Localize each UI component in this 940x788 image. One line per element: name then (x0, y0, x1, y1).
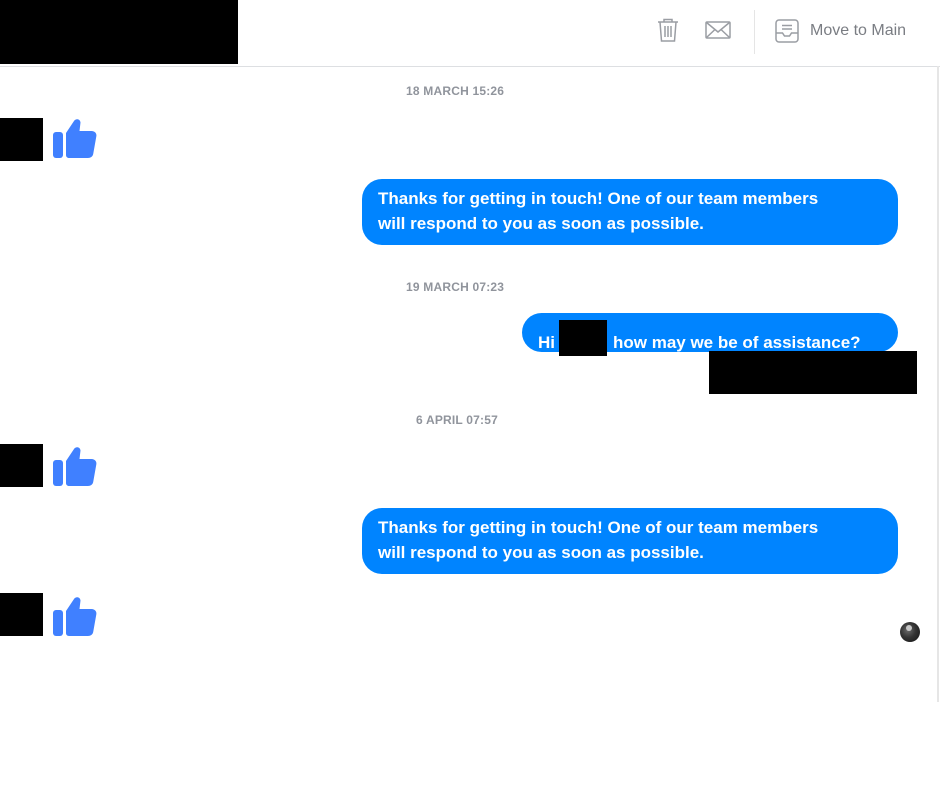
redacted-sender-avatar (0, 444, 43, 487)
redacted-sender-avatar (0, 593, 43, 636)
thumbs-up-icon (52, 114, 98, 160)
message-text: how may we be of assistance? (613, 333, 861, 352)
message-text: Hi (538, 333, 555, 352)
thumbs-up-icon (52, 442, 98, 488)
conversation-header: Move to Main (0, 0, 940, 67)
mail-icon[interactable] (704, 16, 732, 44)
redacted-sender-caption (709, 351, 917, 394)
thumbs-up-icon (52, 592, 98, 638)
outgoing-message-bubble[interactable]: Thanks for getting in touch! One of our … (362, 508, 898, 574)
seen-indicator-avatar (900, 622, 920, 642)
scrollbar-track[interactable] (937, 66, 939, 702)
outgoing-message-bubble[interactable]: Hi how may we be of assistance? (522, 313, 898, 356)
timestamp: 6 APRIL 07:57 (416, 413, 498, 427)
redacted-sender-avatar (0, 118, 43, 161)
message-text: Thanks for getting in touch! One of our … (378, 189, 819, 208)
inbox-tray-icon (772, 16, 802, 46)
messenger-conversation: Move to Main 18 MARCH 15:26 Thanks for g… (0, 0, 940, 788)
outgoing-message-bubble[interactable]: Thanks for getting in touch! One of our … (362, 179, 898, 245)
header-divider (754, 10, 755, 54)
message-text: will respond to you as soon as possible. (378, 214, 704, 233)
move-to-main-button[interactable]: Move to Main (772, 16, 906, 46)
message-text: Thanks for getting in touch! One of our … (378, 518, 819, 537)
timestamp: 19 MARCH 07:23 (406, 280, 505, 294)
move-to-main-label: Move to Main (810, 22, 907, 39)
timestamp: 18 MARCH 15:26 (406, 84, 505, 98)
redacted-recipient-name (559, 320, 607, 356)
trash-icon[interactable] (654, 16, 682, 44)
redacted-contact-name (0, 0, 238, 64)
message-text: will respond to you as soon as possible. (378, 543, 704, 562)
